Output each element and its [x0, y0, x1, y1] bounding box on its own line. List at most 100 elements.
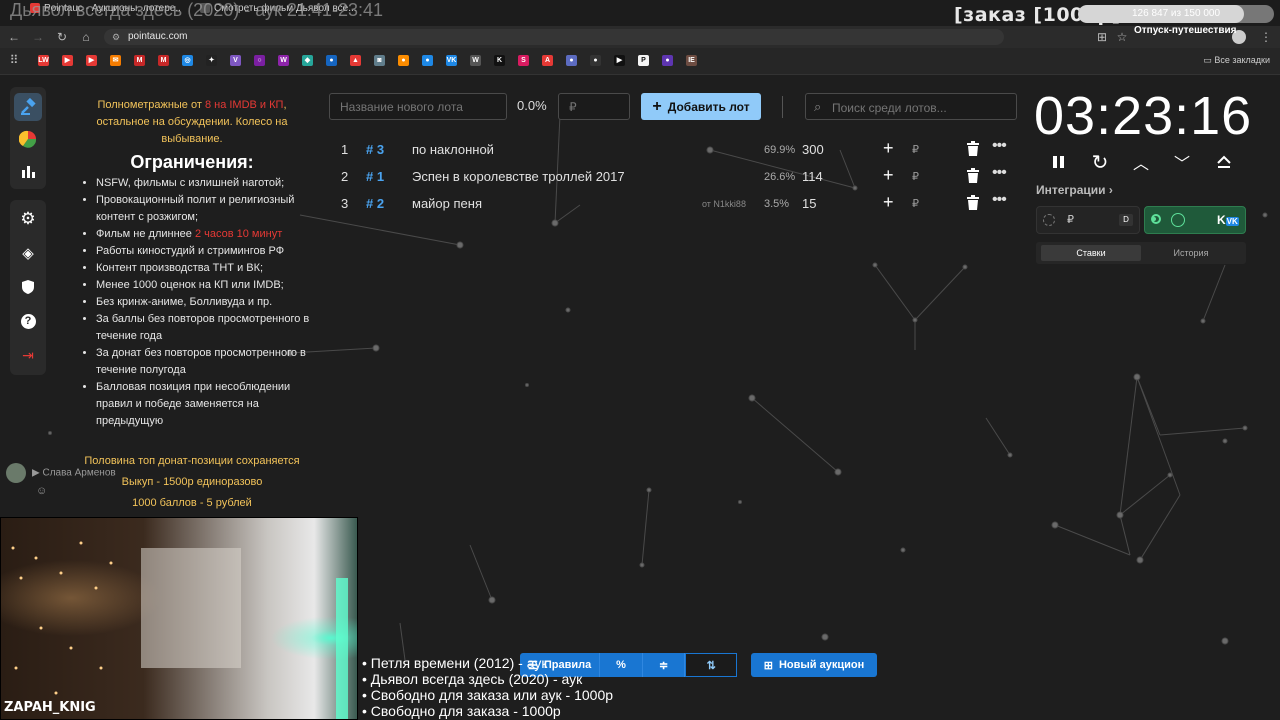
more-options-icon[interactable]: ••• — [992, 164, 1007, 182]
more-options-icon[interactable]: ••• — [992, 137, 1007, 155]
lot-search-input[interactable] — [830, 94, 1014, 121]
rule-item: Контент производства ТНТ и ВК; — [96, 260, 312, 277]
bookmark-icon[interactable]: W — [470, 55, 481, 66]
bookmark-icon[interactable]: ◎ — [182, 55, 193, 66]
bookmark-icon[interactable]: VK — [446, 55, 457, 66]
add-amount-icon[interactable]: + — [883, 138, 894, 159]
sidebar-item-auction[interactable] — [14, 93, 42, 121]
queue-item: • Петля времени (2012) - аук — [362, 655, 548, 671]
rule-item: Без кринж-аниме, Болливуда и пр. — [96, 294, 312, 311]
lot-currency[interactable]: ₽ — [912, 170, 919, 183]
toggle-off-icon[interactable] — [1043, 214, 1055, 226]
forward-arrow-icon[interactable]: → — [30, 29, 46, 45]
reset-icon[interactable]: ↻ — [1089, 151, 1111, 174]
bookmark-icon[interactable]: K — [494, 55, 505, 66]
new-auction-button[interactable]: ⊞ Новый аукцион — [751, 653, 877, 677]
lot-name[interactable]: майор пеня — [412, 196, 482, 211]
bookmark-icon[interactable]: P — [638, 55, 649, 66]
integration-vk[interactable]: KVK — [1144, 206, 1246, 234]
trash-icon[interactable] — [966, 141, 980, 160]
home-icon[interactable]: ⌂ — [78, 29, 94, 45]
double-chevron-up-icon[interactable] — [1213, 151, 1235, 173]
add-amount-icon[interactable]: + — [883, 165, 894, 186]
plus-icon: + — [652, 97, 662, 115]
sidebar-item-settings[interactable]: ⚙ — [14, 205, 42, 233]
reload-icon[interactable]: ↻ — [54, 29, 70, 45]
bookmark-icon[interactable]: ● — [422, 55, 433, 66]
lot-amount[interactable]: 114 — [802, 169, 823, 184]
bookmark-icon[interactable]: ○ — [254, 55, 265, 66]
bookmark-icon[interactable]: ◆ — [302, 55, 313, 66]
sidebar-item-wheel[interactable] — [14, 125, 42, 153]
bookmark-icon[interactable]: ▲ — [350, 55, 361, 66]
lot-name[interactable]: Эспен в королевстве троллей 2017 — [412, 169, 625, 184]
translate-icon[interactable]: ⊞ — [1094, 29, 1110, 45]
shield-icon — [22, 280, 34, 294]
lot-id[interactable]: # 2 — [366, 196, 384, 211]
all-bookmarks-link[interactable]: ▭ Все закладки — [1203, 55, 1270, 66]
sidebar-item-stats[interactable] — [14, 157, 42, 185]
pause-icon[interactable] — [1048, 151, 1070, 173]
trash-icon[interactable] — [966, 195, 980, 214]
bookmark-icon[interactable]: ● — [662, 55, 673, 66]
lot-row[interactable]: 3 # 2 майор пеня от N1kki88 3.5% 15 + ₽ … — [332, 191, 1022, 217]
lot-row[interactable]: 1 # 3 по наклонной 69.9% 300 + ₽ ••• — [332, 137, 1022, 163]
integration-donation[interactable]: ₽ D — [1036, 206, 1140, 234]
bookmark-star-icon[interactable]: ☆ — [1114, 29, 1130, 45]
add-lot-button[interactable]: + Добавить лот — [641, 93, 761, 120]
bookmark-icon[interactable]: IE — [686, 55, 697, 66]
back-arrow-icon[interactable]: ← — [6, 29, 22, 45]
sidebar-item-layers[interactable]: ◈ — [14, 239, 42, 267]
bookmark-icon[interactable]: ◙ — [374, 55, 385, 66]
lot-search-box[interactable]: ⌕ — [805, 93, 1017, 121]
url-field[interactable]: ⚙ pointauc.com — [104, 29, 1004, 45]
new-lot-name-input[interactable] — [329, 93, 507, 120]
url-text: pointauc.com — [128, 31, 188, 42]
add-amount-icon[interactable]: + — [883, 192, 894, 213]
bookmark-icon[interactable]: ● — [326, 55, 337, 66]
bookmark-icon[interactable]: M — [134, 55, 145, 66]
lot-amount[interactable]: 300 — [802, 142, 824, 157]
lot-id[interactable]: # 1 — [366, 169, 384, 184]
lot-id[interactable]: # 3 — [366, 142, 384, 157]
apps-grid-icon[interactable]: ⠿ — [6, 52, 22, 68]
lot-currency[interactable]: ₽ — [912, 143, 919, 156]
bookmark-icon[interactable]: ✦ — [206, 55, 217, 66]
sort-toggle[interactable]: ⇅ — [685, 653, 737, 677]
bookmark-icon[interactable]: ● — [566, 55, 577, 66]
chevron-up-icon[interactable]: ︿ — [1130, 151, 1152, 173]
trash-icon[interactable] — [966, 168, 980, 187]
bookmark-icon[interactable]: ✉ — [110, 55, 121, 66]
menu-dots-icon[interactable]: ⋮ — [1258, 29, 1274, 45]
bookmark-icon[interactable]: LW — [38, 55, 49, 66]
bookmark-icon[interactable]: ● — [398, 55, 409, 66]
sidebar-item-help[interactable]: ? — [14, 307, 42, 335]
bookmark-icon[interactable]: W — [278, 55, 289, 66]
help-icon: ? — [20, 313, 36, 329]
bookmark-icon[interactable]: S — [518, 55, 529, 66]
tab-history[interactable]: История — [1141, 245, 1241, 261]
bids-history-tabs: Ставки История — [1036, 242, 1246, 264]
rule-item: Работы киностудий и стримингов РФ — [96, 243, 312, 260]
lot-currency[interactable]: ₽ — [912, 197, 919, 210]
bookmark-icon[interactable]: A — [542, 55, 553, 66]
bookmark-icon[interactable]: ▶ — [62, 55, 73, 66]
bookmark-icon[interactable]: M — [158, 55, 169, 66]
lot-amount[interactable]: 15 — [802, 196, 816, 211]
new-lot-amount-input[interactable] — [558, 93, 630, 120]
chevron-down-icon[interactable]: ﹀ — [1171, 151, 1193, 173]
tab-bids[interactable]: Ставки — [1041, 245, 1141, 261]
bookmark-icon[interactable]: ▶ — [86, 55, 97, 66]
donation-progress-bar: 126 847 из 150 000 — [1078, 5, 1274, 23]
bookmark-icon[interactable]: ● — [590, 55, 601, 66]
toolbar-divider — [782, 96, 783, 118]
more-options-icon[interactable]: ••• — [992, 191, 1007, 209]
bookmark-icon[interactable]: ▶ — [614, 55, 625, 66]
lot-name[interactable]: по наклонной — [412, 142, 494, 157]
sidebar-item-security[interactable] — [14, 273, 42, 301]
integrations-header[interactable]: Интеграции › — [1036, 183, 1113, 197]
sidebar-item-logout[interactable]: ⇥ — [14, 341, 42, 369]
split-toggle[interactable]: ≑ — [643, 653, 686, 677]
bookmark-icon[interactable]: V — [230, 55, 241, 66]
lot-row[interactable]: 2 # 1 Эспен в королевстве троллей 2017 2… — [332, 164, 1022, 190]
